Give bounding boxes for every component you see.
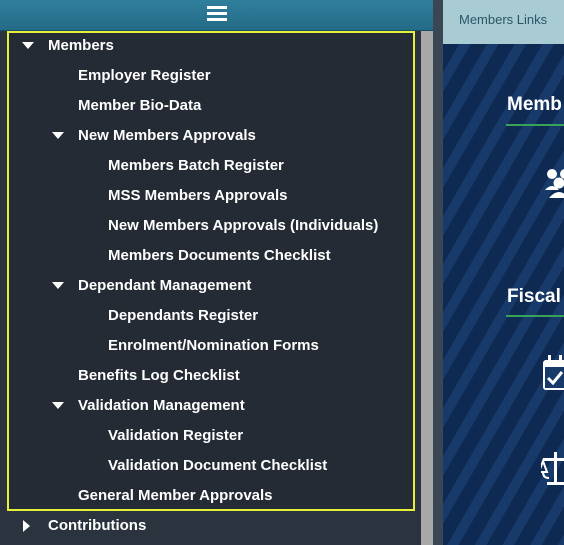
tree-item-label: Employer Register [78,67,211,84]
navigation-header [0,0,433,31]
content-pane: Members Links Memb Fiscal [433,0,564,545]
scrollbar[interactable] [421,31,433,545]
members-links-content: Memb Fiscal [443,44,564,545]
tree-item[interactable]: Benefits Log Checklist [0,361,420,391]
tree-item[interactable]: Enrolment/Nomination Forms [0,331,420,361]
tree-item[interactable]: New Members Approvals [0,121,420,151]
tree-item[interactable]: Dependants Register [0,301,420,331]
navigation-pane: Members Employer Register Member Bio-Data N… [0,0,433,545]
tree-item-label: Benefits Log Checklist [78,367,240,384]
tree-item[interactable]: Members [0,31,420,61]
tree-item-label: Members Batch Register [108,157,284,174]
tree-item-label: New Members Approvals (Individuals) [108,217,379,234]
tree-item-label: Contributions [48,517,147,534]
tree-item[interactable]: Validation Management [0,391,420,421]
tree-item-label: Dependant Management [78,277,252,294]
tree-item-label: Validation Document Checklist [108,457,328,474]
tree-item[interactable]: Validation Register [0,421,420,451]
tree-item-label: Dependants Register [108,307,259,324]
tree-item-label: New Members Approvals [78,127,256,144]
calendar-check-icon[interactable] [541,354,564,394]
users-icon[interactable] [543,166,564,200]
tree-item-label: Members [48,37,114,54]
tree-item-label: Enrolment/Nomination Forms [108,337,319,354]
tree-item[interactable]: New Members Approvals (Individuals) [0,211,420,241]
tree-item[interactable]: Employer Register [0,61,420,91]
caret-right-icon[interactable] [23,520,30,532]
tab-bar: Members Links [433,0,564,44]
tree-item[interactable]: Members Documents Checklist [0,241,420,271]
tab-members-links[interactable]: Members Links [443,0,564,44]
caret-down-icon[interactable] [52,132,64,139]
caret-down-icon[interactable] [22,42,34,49]
tree-item[interactable]: Validation Document Checklist [0,451,420,481]
caret-down-icon[interactable] [52,402,64,409]
tree-item-label: General Member Approvals [78,487,273,504]
caret-down-icon[interactable] [52,282,64,289]
section-underline [506,315,564,317]
hamburger-icon[interactable] [207,6,227,24]
tree-item-label: MSS Members Approvals [108,187,288,204]
section-title-fiscal: Fiscal [507,286,561,307]
section-title-members: Memb [507,94,562,115]
balance-scale-icon[interactable] [541,448,564,488]
tree-item[interactable]: Members Batch Register [0,151,420,181]
tree-item[interactable]: Contributions [0,511,420,541]
section-underline [506,124,564,126]
tree-item[interactable]: Dependant Management [0,271,420,301]
tree-item-label: Members Documents Checklist [108,247,331,264]
tree-item-label: Member Bio-Data [78,97,202,114]
tree-item[interactable]: Member Bio-Data [0,91,420,121]
tree-item-label: Validation Management [78,397,245,414]
tree-item[interactable]: MSS Members Approvals [0,181,420,211]
tree-item[interactable]: General Member Approvals [0,481,420,511]
tree-item-label: Validation Register [108,427,244,444]
